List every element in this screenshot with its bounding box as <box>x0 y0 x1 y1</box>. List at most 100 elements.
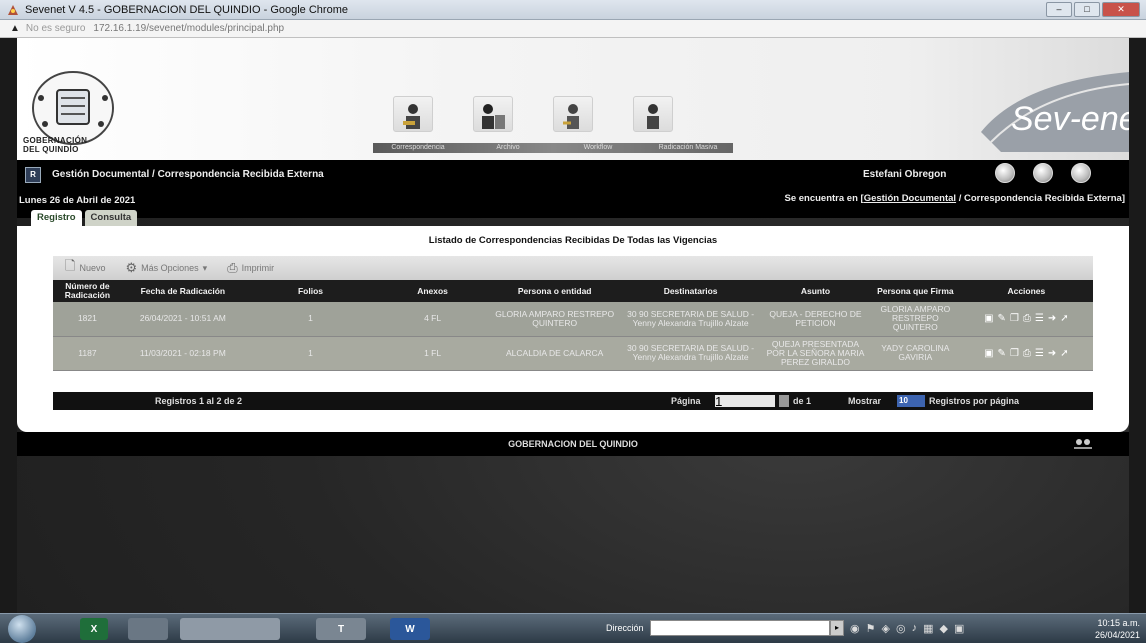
security-label[interactable]: No es seguro <box>26 23 85 34</box>
tray-icon[interactable]: ⚑ <box>866 622 876 635</box>
minimize-button[interactable]: – <box>1046 2 1072 17</box>
copy-icon[interactable]: ❐ <box>1010 348 1019 358</box>
logo-text: GOBERNACIÓN DEL QUINDÍO <box>23 136 88 154</box>
window-titlebar: Sevenet V 4.5 - GOBERNACION DEL QUINDIO … <box>0 0 1146 20</box>
header-banner: GOBERNACIÓN DEL QUINDÍO Correspondencia … <box>17 38 1129 160</box>
address-bar[interactable]: ▲ No es seguro 172.16.1.19/sevenet/modul… <box>0 20 1146 38</box>
home-icon[interactable] <box>1033 163 1053 183</box>
tab-registro[interactable]: Registro <box>31 210 82 226</box>
edit-icon[interactable]: ▣ <box>984 348 993 358</box>
window-controls: – □ ✕ <box>1046 2 1140 17</box>
current-date: Lunes 26 de Abril de 2021 <box>19 195 136 206</box>
column-header[interactable]: Asunto <box>759 280 871 302</box>
new-button[interactable]: 🗋 Nuevo <box>65 257 105 279</box>
list-icon[interactable]: ☰ <box>1035 314 1044 324</box>
print-button[interactable]: ⎙ Imprimir <box>227 260 274 276</box>
table-row[interactable]: 1821 26/04/2021 - 10:51 AM 1 4 FL GLORIA… <box>53 302 1093 337</box>
window-title: Sevenet V 4.5 - GOBERNACION DEL QUINDIO … <box>25 3 348 16</box>
column-header[interactable]: Persona que Firma <box>870 280 960 302</box>
column-header: Acciones <box>959 280 1093 302</box>
page-label: Página <box>671 396 701 406</box>
tray-icon[interactable]: ◉ <box>850 622 860 635</box>
person-desk-icon <box>403 104 420 129</box>
print-icon[interactable]: ⎙ <box>1023 314 1031 324</box>
nav-label-workflow[interactable]: Workflow <box>553 143 643 153</box>
excel-taskbar-app[interactable]: X <box>80 618 108 640</box>
edit-icon[interactable]: ▣ <box>984 314 993 324</box>
print-icon[interactable]: ⎙ <box>1023 348 1031 358</box>
warning-icon[interactable]: ▲ <box>10 23 20 34</box>
module-nav <box>373 94 693 134</box>
tray-icon[interactable]: ◎ <box>896 622 906 635</box>
logout-icon[interactable] <box>995 163 1015 183</box>
page-size-select[interactable]: 10 <box>897 395 925 407</box>
more-options-button[interactable]: ⚙ Más Opciones ▾ <box>125 260 207 276</box>
teams-taskbar-app[interactable]: T <box>316 618 366 640</box>
table-row[interactable]: 1187 11/03/2021 - 02:18 PM 1 1 FL ALCALD… <box>53 336 1093 371</box>
tray-icon[interactable]: ◈ <box>881 622 889 635</box>
sevenet-small-logo-icon <box>1074 439 1092 449</box>
scanner-taskbar-app[interactable] <box>128 618 168 640</box>
column-header[interactable]: Folios <box>243 280 378 302</box>
tab-bar: Registro Consulta <box>31 210 138 226</box>
new-document-icon: 🗋 <box>65 258 76 273</box>
column-header[interactable]: Anexos <box>377 280 489 302</box>
nav-workflow[interactable] <box>533 94 613 134</box>
pencil-icon[interactable]: ✎ <box>998 348 1006 358</box>
person-files-icon <box>482 104 505 129</box>
pencil-icon[interactable]: ✎ <box>998 314 1006 324</box>
forward-icon[interactable]: ➜ <box>1048 348 1056 358</box>
maximize-button[interactable]: □ <box>1074 2 1100 17</box>
nav-radicacion-masiva[interactable] <box>613 94 693 134</box>
nav-label-correspondencia[interactable]: Correspondencia <box>373 143 463 153</box>
tab-consulta[interactable]: Consulta <box>84 210 138 226</box>
cell-destinatarios: 30 90 SECRETARIA DE SALUD - Yenny Alexan… <box>621 302 760 337</box>
system-clock[interactable]: 10:15 a.m. 26/04/2021 <box>1095 617 1140 641</box>
nav-label-radicacion[interactable]: Radicación Masiva <box>643 143 733 153</box>
per-page-label: Registros por página <box>929 396 1020 406</box>
address-toolbar-input[interactable] <box>650 620 830 636</box>
cell-asunto: QUEJA PRESENTADA POR LA SEÑORA MARIA PER… <box>759 336 871 371</box>
page-total: de 1 <box>793 396 812 406</box>
copy-icon[interactable]: ❐ <box>1010 314 1019 324</box>
cell-numero[interactable]: 1821 <box>53 302 122 337</box>
network-icon[interactable]: ▦ <box>923 622 933 635</box>
module-title: Gestión Documental / Correspondencia Rec… <box>52 169 324 180</box>
nav-label-archivo[interactable]: Archivo <box>463 143 553 153</box>
print-icon: ⎙ <box>227 260 238 275</box>
content-panel: Listado de Correspondencias Recibidas De… <box>17 226 1129 432</box>
start-button[interactable] <box>8 615 36 643</box>
close-button[interactable]: ✕ <box>1102 2 1140 17</box>
module-bar: R Gestión Documental / Correspondencia R… <box>17 160 1129 218</box>
nav-correspondencia[interactable] <box>373 94 453 134</box>
help-icon[interactable] <box>1071 163 1091 183</box>
tray-icon[interactable]: ◆ <box>939 622 947 635</box>
column-header[interactable]: Fecha de Radicación <box>121 280 244 302</box>
forward-icon[interactable]: ➜ <box>1048 314 1056 324</box>
arrow-icon[interactable]: ➚ <box>1060 348 1068 358</box>
taskbar: X T W Dirección ▸ ◉ ⚑ ◈ ◎ ♪ ▦ ◆ ▣ 10:15 … <box>0 613 1146 643</box>
chrome-taskbar-app[interactable] <box>180 618 280 640</box>
column-header[interactable]: Número de Radicación <box>53 280 122 302</box>
nav-archivo[interactable] <box>453 94 533 134</box>
page-input[interactable] <box>715 395 775 407</box>
breadcrumb-link[interactable]: Gestión Documental <box>864 193 956 204</box>
list-icon[interactable]: ☰ <box>1035 348 1044 358</box>
correspondence-table: Número de Radicación Fecha de Radicación… <box>53 280 1093 371</box>
cell-numero[interactable]: 1187 <box>53 336 122 371</box>
column-header[interactable]: Persona o entidad <box>488 280 622 302</box>
cell-destinatarios: 30 90 SECRETARIA DE SALUD - Yenny Alexan… <box>621 336 760 371</box>
url-text[interactable]: 172.16.1.19/sevenet/modules/principal.ph… <box>93 23 284 34</box>
records-count: Registros 1 al 2 de 2 <box>155 396 243 406</box>
address-go-button[interactable]: ▸ <box>830 620 844 636</box>
footer-text: GOBERNACION DEL QUINDIO <box>508 439 638 449</box>
arrow-icon[interactable]: ➚ <box>1060 314 1068 324</box>
list-toolbar: 🗋 Nuevo ⚙ Más Opciones ▾ ⎙ Imprimir <box>53 256 1093 280</box>
word-taskbar-app[interactable]: W <box>390 618 430 640</box>
page-go-button[interactable] <box>779 395 789 407</box>
column-header[interactable]: Destinatarios <box>621 280 760 302</box>
volume-icon[interactable]: ♪ <box>912 622 918 635</box>
cell-firma: GLORIA AMPARO RESTREPO QUINTERO <box>870 302 960 337</box>
web-page: GOBERNACIÓN DEL QUINDÍO Correspondencia … <box>17 38 1129 613</box>
tray-icon[interactable]: ▣ <box>954 622 964 635</box>
